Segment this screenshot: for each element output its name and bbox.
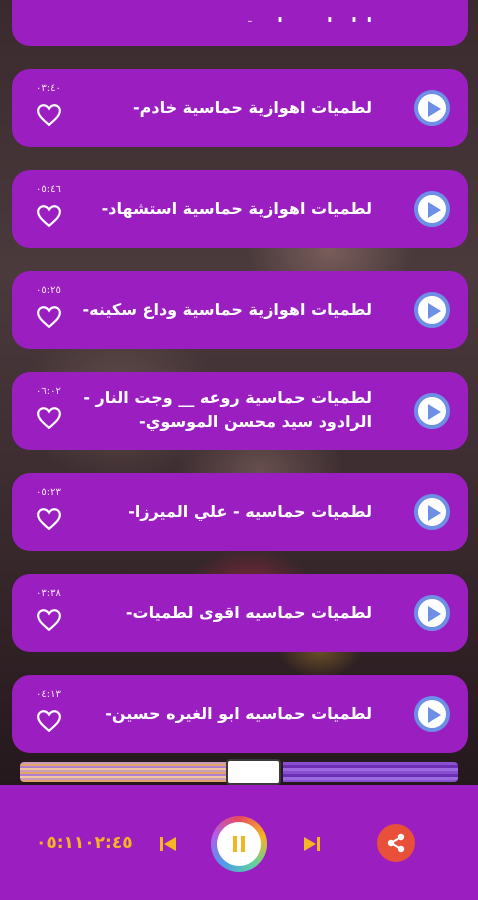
play-icon <box>428 707 441 723</box>
track-title: لطميات اهوازية حماسية وداع سكينه- <box>82 300 372 319</box>
pause-icon <box>233 836 245 852</box>
heart-outline-icon[interactable] <box>36 103 62 127</box>
track-card[interactable]: ٠٦:٠٢ لطميات حماسية روعه __ وجت النار - … <box>12 372 468 450</box>
track-title: لطميات حماسية روعه __ وجت النار - الرادو… <box>83 388 372 431</box>
play-icon <box>428 303 441 319</box>
play-icon <box>428 101 441 117</box>
track-duration: ٠٥:٤٦ <box>36 184 61 195</box>
track-card[interactable]: ٠٣:٤٠ لطميات اهوازية حماسية خادم- <box>12 69 468 147</box>
play-button[interactable] <box>414 494 450 530</box>
heart-outline-icon[interactable] <box>36 507 62 531</box>
track-card[interactable]: ٠٥:٢٥ لطميات اهوازية حماسية وداع سكينه- <box>12 271 468 349</box>
track-title: لطميات حماسية حسين حسين- <box>129 14 372 33</box>
pause-button-face <box>217 822 261 866</box>
track-card-partial[interactable]: لطميات حماسية حسين حسين- <box>12 0 468 46</box>
skip-previous-icon[interactable] <box>158 834 178 854</box>
play-button[interactable] <box>414 595 450 631</box>
play-button[interactable] <box>414 696 450 732</box>
seek-bar-played <box>20 762 227 782</box>
play-button[interactable] <box>414 393 450 429</box>
heart-outline-icon[interactable] <box>36 709 62 733</box>
play-icon <box>428 404 441 420</box>
heart-outline-icon[interactable] <box>36 406 62 430</box>
track-duration: ٠٤:١٣ <box>36 689 61 700</box>
track-title: لطميات حماسيه ابو الغيره حسين- <box>105 704 372 723</box>
track-title: لطميات اهوازية حماسية خادم- <box>132 98 372 117</box>
track-title: لطميات اهوازية حماسية استشهاد- <box>101 199 372 218</box>
play-button[interactable] <box>414 292 450 328</box>
play-button[interactable] <box>414 191 450 227</box>
track-title: لطميات حماسيه - علي الميرزا- <box>128 502 372 521</box>
track-title: لطميات حماسيه اقوى لطميات- <box>125 603 372 622</box>
heart-outline-icon[interactable] <box>36 305 62 329</box>
track-card[interactable]: ٠٥:٤٦ لطميات اهوازية حماسية استشهاد- <box>12 170 468 248</box>
track-duration: ٠٥:٢٣ <box>36 487 61 498</box>
play-icon <box>428 202 441 218</box>
track-card[interactable]: ٠٥:٢٣ لطميات حماسيه - علي الميرزا- <box>12 473 468 551</box>
heart-outline-icon[interactable] <box>36 608 62 632</box>
heart-outline-icon[interactable] <box>36 204 62 228</box>
track-duration: ٠٥:٢٥ <box>36 285 61 296</box>
share-icon <box>387 833 405 853</box>
seek-thumb[interactable] <box>226 759 281 785</box>
play-icon <box>428 606 441 622</box>
track-duration: ٠٣:٤٠ <box>36 83 61 94</box>
share-button[interactable] <box>377 824 415 862</box>
player-bar: ٠٥:١١٠٢:٤٥ <box>0 785 478 900</box>
play-button[interactable] <box>414 90 450 126</box>
track-card[interactable]: ٠٣:٣٨ لطميات حماسيه اقوى لطميات- <box>12 574 468 652</box>
track-card[interactable]: ٠٤:١٣ لطميات حماسيه ابو الغيره حسين- <box>12 675 468 753</box>
skip-next-icon[interactable] <box>302 834 322 854</box>
playback-time: ٠٥:١١٠٢:٤٥ <box>36 833 133 853</box>
pause-button[interactable] <box>211 816 267 872</box>
seek-bar-remaining <box>283 762 458 782</box>
track-duration: ٠٦:٠٢ <box>36 386 61 397</box>
play-icon <box>428 505 441 521</box>
track-duration: ٠٣:٣٨ <box>36 588 61 599</box>
